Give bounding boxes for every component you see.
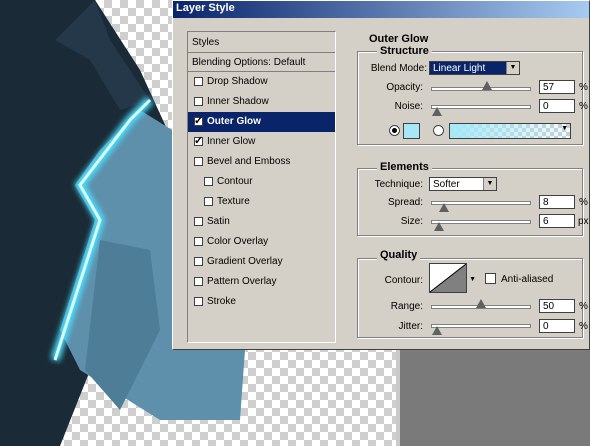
spread-slider-thumb[interactable] (439, 203, 450, 212)
style-checkbox[interactable] (194, 237, 203, 246)
chevron-down-icon: ▼ (483, 178, 496, 190)
style-items: Drop Shadow Inner Shadow Outer Glow Inner G… (188, 72, 335, 312)
range-slider[interactable] (431, 299, 531, 309)
style-checkbox[interactable] (194, 297, 203, 306)
size-unit: px (578, 216, 589, 227)
style-item-label: Stroke (207, 296, 236, 307)
styles-header[interactable]: Styles (188, 32, 335, 53)
structure-title: Structure (377, 45, 432, 57)
chevron-down-icon: ▼ (506, 62, 519, 74)
style-item-contour[interactable]: Contour (188, 172, 335, 192)
noise-label: Noise: (394, 101, 423, 112)
styles-list: Styles Blending Options: Default Drop Sh… (187, 31, 336, 343)
style-item-color-overlay[interactable]: Color Overlay (188, 232, 335, 252)
style-item-satin[interactable]: Satin (188, 212, 335, 232)
spread-unit: % (579, 197, 588, 208)
style-item-label: Inner Glow (207, 136, 256, 147)
jitter-label: Jitter: (398, 321, 423, 332)
style-item-label: Texture (217, 196, 250, 207)
elements-title: Elements (377, 161, 432, 173)
blend-mode-select[interactable]: Linear Light ▼ (429, 61, 520, 75)
style-item-label: Outer Glow (207, 116, 261, 127)
jitter-field[interactable]: 0 (539, 319, 575, 333)
size-slider[interactable] (431, 220, 531, 231)
noise-slider[interactable] (431, 105, 531, 116)
gradient-radio[interactable] (433, 125, 444, 136)
solid-color-radio[interactable] (389, 125, 400, 136)
size-slider-thumb[interactable] (434, 222, 445, 231)
size-field[interactable]: 6 (539, 214, 575, 228)
style-item-inner-glow[interactable]: Inner Glow (188, 132, 335, 152)
jitter-unit: % (579, 321, 588, 332)
layer-style-dialog: Layer Style Styles Blending Options: Def… (172, 0, 590, 350)
style-item-inner-shadow[interactable]: Inner Shadow (188, 92, 335, 112)
blend-mode-value: Linear Light (433, 63, 486, 74)
style-item-label: Drop Shadow (207, 76, 268, 87)
style-item-label: Bevel and Emboss (207, 156, 291, 167)
workspace-gray-area (400, 350, 590, 446)
style-item-label: Satin (207, 216, 230, 227)
contour-label: Contour: (384, 275, 423, 286)
range-label: Range: (390, 301, 423, 312)
opacity-slider[interactable] (431, 81, 531, 91)
contour-curve-icon (429, 263, 467, 293)
technique-label: Technique: (374, 179, 423, 190)
chevron-down-icon: ▼ (561, 125, 568, 132)
range-field[interactable]: 50 (539, 299, 575, 313)
range-unit: % (579, 301, 588, 312)
style-item-texture[interactable]: Texture (188, 192, 335, 212)
technique-value: Softer (433, 179, 460, 190)
opacity-slider-thumb[interactable] (482, 81, 493, 90)
anti-aliased-label: Anti-aliased (501, 274, 554, 285)
quality-title: Quality (377, 249, 421, 261)
style-item-label: Pattern Overlay (207, 276, 277, 287)
style-checkbox[interactable] (204, 197, 213, 206)
spread-field[interactable]: 8 (539, 195, 575, 209)
style-checkbox[interactable] (194, 77, 203, 86)
style-checkbox[interactable] (194, 277, 203, 286)
noise-slider-thumb[interactable] (432, 107, 442, 116)
outer-glow-title: Outer Glow (369, 33, 429, 45)
spread-label: Spread: (387, 197, 423, 208)
style-item-outer-glow[interactable]: Outer Glow (188, 112, 335, 132)
jitter-slider-thumb[interactable] (432, 326, 442, 335)
opacity-label: Opacity: (386, 82, 423, 93)
style-item-bevel-and-emboss[interactable]: Bevel and Emboss (188, 152, 335, 172)
style-checkbox[interactable] (204, 177, 213, 186)
style-checkbox[interactable] (194, 134, 203, 147)
style-checkbox[interactable] (194, 157, 203, 166)
jitter-slider[interactable] (431, 324, 531, 335)
style-checkbox[interactable] (194, 114, 203, 127)
technique-select[interactable]: Softer ▼ (429, 177, 497, 191)
style-checkbox[interactable] (194, 97, 203, 106)
contour-picker[interactable]: ▼ (429, 263, 476, 293)
dialog-titlebar[interactable]: Layer Style (173, 1, 589, 18)
noise-unit: % (579, 101, 588, 112)
style-item-gradient-overlay[interactable]: Gradient Overlay (188, 252, 335, 272)
size-label: Size: (400, 216, 423, 227)
chevron-down-icon: ▼ (469, 276, 476, 283)
style-checkbox[interactable] (194, 257, 203, 266)
glow-color-swatch[interactable] (403, 123, 420, 139)
style-item-stroke[interactable]: Stroke (188, 292, 335, 312)
style-item-pattern-overlay[interactable]: Pattern Overlay (188, 272, 335, 292)
style-checkbox[interactable] (194, 217, 203, 226)
blending-options-item[interactable]: Blending Options: Default (188, 53, 335, 72)
glow-gradient-swatch[interactable]: ▼ (449, 123, 571, 139)
style-item-label: Inner Shadow (207, 96, 269, 107)
dialog-title: Layer Style (176, 2, 235, 14)
style-item-drop-shadow[interactable]: Drop Shadow (188, 72, 335, 92)
blend-mode-label: Blend Mode: (370, 63, 427, 74)
style-item-label: Contour (217, 176, 253, 187)
style-item-label: Gradient Overlay (207, 256, 283, 267)
range-slider-thumb[interactable] (476, 299, 486, 308)
spread-slider[interactable] (431, 201, 531, 212)
style-item-label: Color Overlay (207, 236, 269, 247)
anti-aliased-checkbox[interactable] (485, 273, 496, 284)
opacity-field[interactable]: 57 (539, 80, 575, 94)
opacity-unit: % (579, 82, 588, 93)
noise-field[interactable]: 0 (539, 99, 575, 113)
